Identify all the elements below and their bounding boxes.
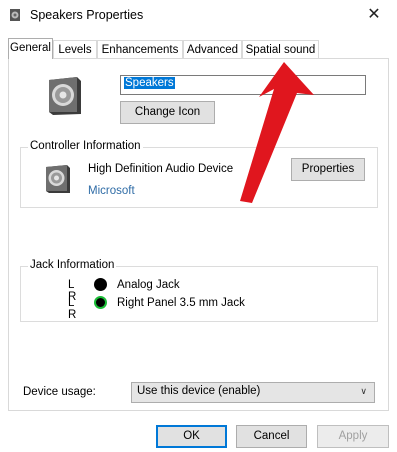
chevron-down-icon: ∨	[360, 386, 367, 396]
jack-color-icon	[94, 278, 107, 291]
device-usage-value: Use this device (enable)	[137, 385, 261, 397]
ok-button[interactable]: OK	[156, 425, 227, 448]
device-name-field[interactable]: Speakers	[120, 75, 366, 95]
window-title: Speakers Properties	[30, 8, 144, 22]
close-icon: ✕	[367, 6, 381, 23]
jack-label: Right Panel 3.5 mm Jack	[117, 297, 245, 309]
controller-device-name: High Definition Audio Device	[88, 163, 234, 175]
change-icon-button[interactable]: Change Icon	[120, 101, 215, 124]
apply-button[interactable]: Apply	[317, 425, 389, 448]
device-usage-select[interactable]: Use this device (enable) ∨	[131, 382, 375, 403]
jack-label: Analog Jack	[117, 279, 180, 291]
tab-general[interactable]: General	[8, 38, 53, 59]
tab-advanced[interactable]: Advanced	[183, 40, 242, 58]
jack-color-icon	[94, 296, 107, 309]
close-button[interactable]: ✕	[351, 0, 397, 30]
speaker-icon	[49, 77, 81, 115]
device-usage-label: Device usage:	[23, 386, 96, 398]
cancel-button[interactable]: Cancel	[236, 425, 307, 448]
tab-levels[interactable]: Levels	[53, 40, 97, 58]
jack-information-title: Jack Information	[28, 259, 117, 271]
device-name-value: Speakers	[124, 77, 175, 89]
jack-channels: L R	[68, 297, 77, 321]
speaker-icon	[46, 165, 70, 193]
tab-enhancements[interactable]: Enhancements	[97, 40, 183, 58]
speaker-icon	[10, 9, 20, 21]
properties-button[interactable]: Properties	[291, 158, 365, 181]
tab-spatial-sound[interactable]: Spatial sound	[242, 40, 319, 58]
controller-information-title: Controller Information	[28, 140, 143, 152]
controller-vendor: Microsoft	[88, 185, 135, 197]
title-bar: Speakers Properties ✕	[0, 0, 397, 32]
